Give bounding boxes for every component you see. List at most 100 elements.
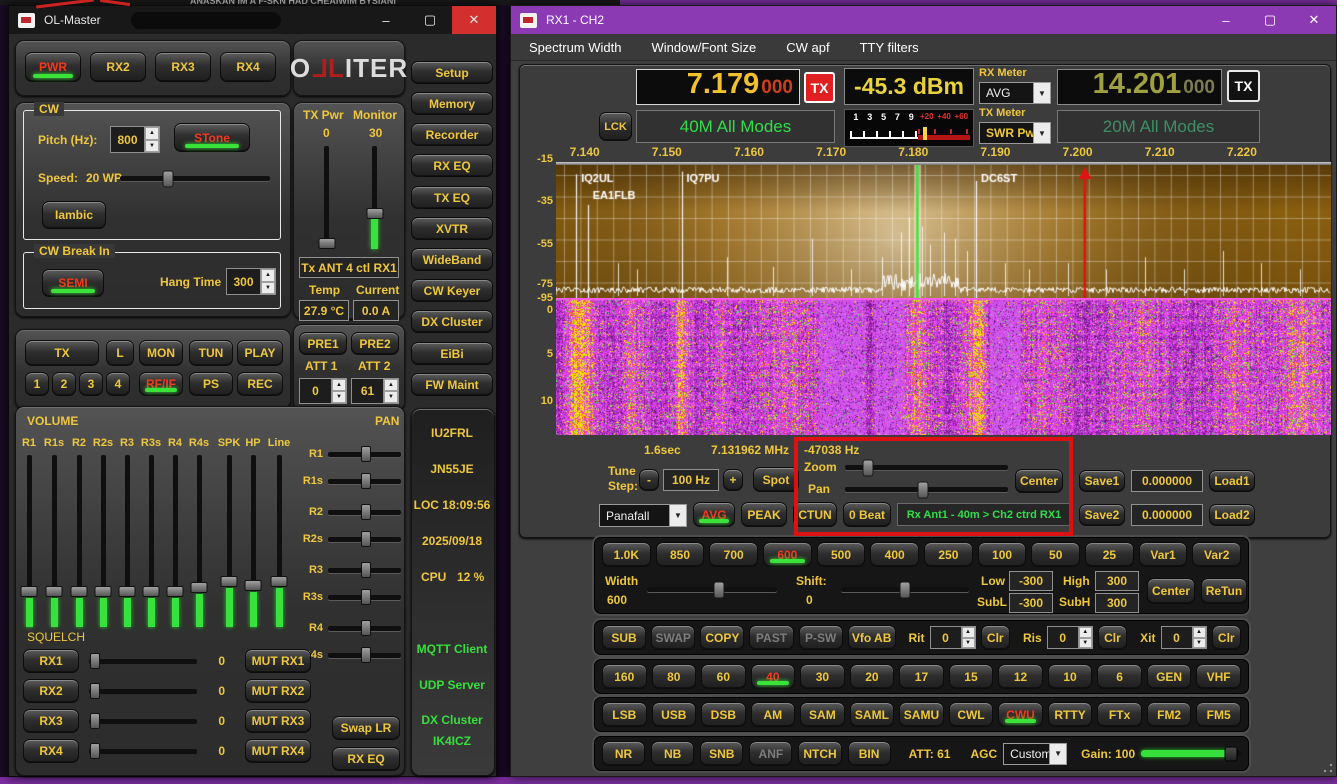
low-value[interactable]: -300 — [1009, 571, 1053, 591]
wideband-button[interactable]: WideBand — [411, 248, 493, 271]
resize-grip[interactable] — [1323, 763, 1333, 773]
rx4-button[interactable]: RX4 — [220, 52, 276, 82]
chevron-down-icon[interactable]: ▼ — [1049, 744, 1066, 764]
anf-button[interactable]: ANF — [749, 741, 792, 766]
pre1-button[interactable]: PRE1 — [299, 332, 347, 355]
fw-maint-button[interactable]: FW Maint — [411, 373, 493, 396]
waterfall-canvas[interactable] — [556, 298, 1331, 435]
lock-button[interactable]: LCK — [599, 112, 632, 141]
pitch-up-icon[interactable]: ▲ — [145, 127, 159, 140]
minimize-button[interactable]: – — [1204, 6, 1248, 34]
volume-slider-r3[interactable]: R3 — [114, 433, 140, 627]
subh-value[interactable]: 300 — [1095, 593, 1139, 613]
ctun-button[interactable]: CTUN — [793, 502, 837, 527]
volume-slider-hp[interactable]: HP — [240, 433, 266, 627]
mode-am-button[interactable]: AM — [751, 702, 796, 727]
tx-pwr-slider[interactable] — [324, 146, 329, 249]
close-button[interactable]: ✕ — [452, 6, 496, 34]
pitch-spinner[interactable]: 800 ▲▼ — [110, 126, 160, 153]
chevron-down-icon[interactable]: ▼ — [1033, 83, 1050, 103]
volume-slider-r4s[interactable]: R4s — [186, 433, 212, 627]
mode-fm5-button[interactable]: FM5 — [1196, 702, 1241, 727]
swap-lr-button[interactable]: Swap LR — [332, 716, 400, 740]
volume-slider-r3s[interactable]: R3s — [138, 433, 164, 627]
rit-spinner[interactable]: 0▲▼ — [930, 626, 976, 649]
xvtr-button[interactable]: XVTR — [411, 217, 493, 240]
band-15-button[interactable]: 15 — [949, 664, 994, 689]
eibi-button[interactable]: EiBi — [411, 342, 493, 365]
att2-down-icon[interactable]: ▼ — [384, 391, 398, 403]
xit-spinner[interactable]: 0▲▼ — [1161, 626, 1207, 649]
filter-center-button[interactable]: Center — [1147, 578, 1195, 604]
volume-slider-r1s[interactable]: R1s — [41, 433, 67, 627]
copy-button[interactable]: COPY — [700, 625, 744, 650]
save1-button[interactable]: Save1 — [1079, 470, 1125, 492]
ris-down-icon[interactable]: ▼ — [1079, 638, 1092, 649]
band-12-button[interactable]: 12 — [998, 664, 1043, 689]
rx3-select-button[interactable]: 3 — [79, 372, 103, 396]
display-mode-dropdown[interactable]: Panafall▼ — [599, 504, 687, 527]
zoom-slider[interactable] — [845, 465, 1008, 470]
swap-button[interactable]: SWAP — [651, 625, 695, 650]
tx-meter-dropdown[interactable]: SWR Pwr▼ — [979, 122, 1051, 144]
squelch-rx4-slider[interactable] — [89, 749, 197, 754]
width-slider[interactable] — [647, 587, 777, 592]
volume-slider-r1[interactable]: R1 — [16, 433, 42, 627]
xit-up-icon[interactable]: ▲ — [1193, 627, 1206, 638]
pitch-down-icon[interactable]: ▼ — [145, 140, 159, 153]
speed-slider[interactable] — [120, 176, 270, 181]
ps-button[interactable]: PS — [189, 372, 233, 396]
filter-width-50-button[interactable]: 50 — [1031, 542, 1080, 567]
mode-samu-button[interactable]: SAMU — [899, 702, 944, 727]
l-button[interactable]: L — [106, 340, 134, 366]
rit-up-icon[interactable]: ▲ — [962, 627, 975, 638]
band-20-button[interactable]: 20 — [850, 664, 895, 689]
mut-rx4-button[interactable]: MUT RX4 — [245, 739, 311, 763]
squelch-rx2-slider[interactable] — [89, 689, 197, 694]
gain-slider[interactable] — [1141, 750, 1241, 757]
att2-spinner[interactable]: 61 ▲▼ — [351, 378, 399, 404]
band-17-button[interactable]: 17 — [899, 664, 944, 689]
xit-down-icon[interactable]: ▼ — [1193, 638, 1206, 649]
load1-button[interactable]: Load1 — [1209, 470, 1255, 492]
volume-slider-line[interactable]: Line — [266, 433, 292, 627]
mode-cwu-button[interactable]: CWU — [998, 702, 1043, 727]
pre2-button[interactable]: PRE2 — [351, 332, 399, 355]
band-gen-button[interactable]: GEN — [1147, 664, 1192, 689]
vfo-ab-button[interactable]: Vfo AB — [848, 625, 896, 650]
squelch-rx3-slider[interactable] — [89, 719, 197, 724]
band-40-button[interactable]: 40 — [751, 664, 796, 689]
rx4-select-button[interactable]: 4 — [106, 372, 130, 396]
shift-slider[interactable] — [841, 587, 969, 592]
att1-down-ic[interactable]: ▼ — [332, 391, 346, 403]
mode-rtty-button[interactable]: RTTY — [1048, 702, 1093, 727]
ris-spinner[interactable]: 0▲▼ — [1047, 626, 1093, 649]
band-vhf-button[interactable]: VHF — [1196, 664, 1241, 689]
rit-clear-button[interactable]: Clr — [981, 625, 1010, 650]
title-bar[interactable]: RX1 - CH2 – ▢ ✕ — [511, 6, 1336, 34]
squelch-rx1-button[interactable]: RX1 — [23, 649, 79, 673]
pan-slider-r1s[interactable]: R1s — [295, 473, 401, 489]
band-6-button[interactable]: 6 — [1097, 664, 1142, 689]
filter-width-700-button[interactable]: 700 — [709, 542, 758, 567]
play-button[interactable]: PLAY — [237, 340, 283, 366]
nb-button[interactable]: NB — [651, 741, 694, 766]
pan-slider-r2s[interactable]: R2s — [295, 531, 401, 547]
mode-saml-button[interactable]: SAML — [850, 702, 895, 727]
agc-dropdown[interactable]: Custom▼ — [1003, 743, 1067, 765]
close-button[interactable]: ✕ — [1292, 6, 1336, 34]
volume-slider-r4[interactable]: R4 — [162, 433, 188, 627]
rx3-button[interactable]: RX3 — [155, 52, 211, 82]
mut-rx3-button[interactable]: MUT RX3 — [245, 709, 311, 733]
vfo-a-tx-button[interactable]: TX — [804, 72, 835, 103]
menu-tty-filters[interactable]: TTY filters — [860, 40, 919, 55]
dx-cluster-button[interactable]: DX Cluster — [411, 310, 493, 333]
filter-width-250-button[interactable]: 250 — [924, 542, 973, 567]
pan-slider-r4[interactable]: R4 — [295, 620, 401, 636]
band-10-button[interactable]: 10 — [1048, 664, 1093, 689]
rx1-select-button[interactable]: 1 — [25, 372, 49, 396]
att1-up-icon[interactable]: ▲ — [332, 379, 346, 391]
tune-step-plus-button[interactable]: + — [723, 469, 743, 491]
mode-ftx-button[interactable]: FTx — [1097, 702, 1142, 727]
pan-slider-r2[interactable]: R2 — [295, 504, 401, 520]
